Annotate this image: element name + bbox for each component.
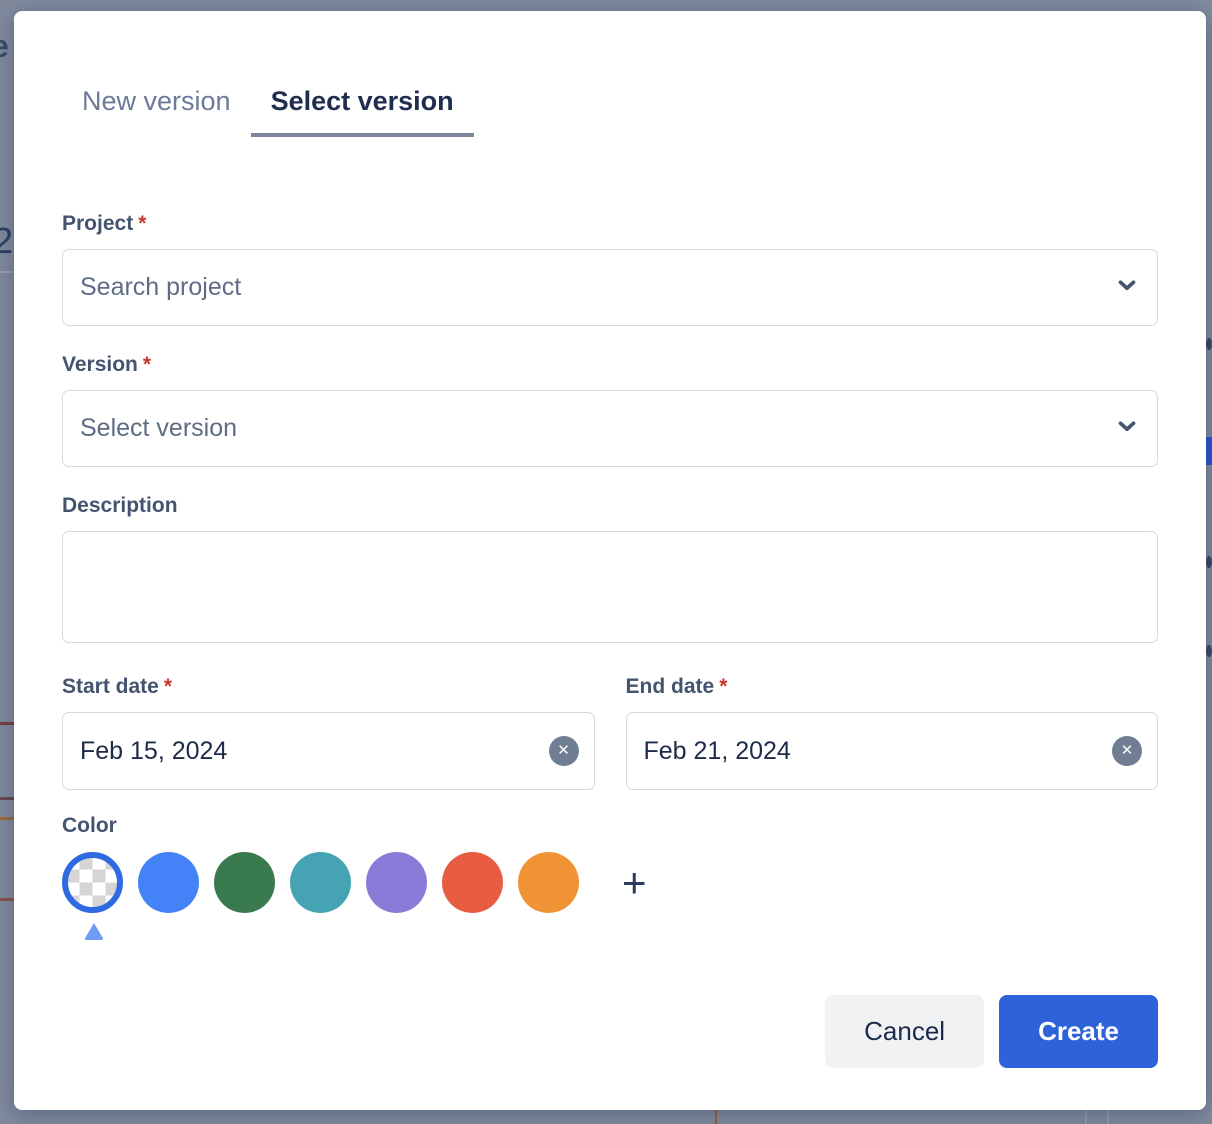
chevron-down-icon (1114, 413, 1140, 444)
color-swatch-row: + (62, 850, 1158, 914)
end-date-field: End date* ✕ (626, 674, 1159, 790)
start-date-clear-icon[interactable]: ✕ (549, 736, 579, 766)
selected-swatch-pointer-icon (84, 923, 104, 940)
create-version-dialog: New version Select version Project* Sear… (14, 11, 1206, 1110)
background-peek-number: 2 (0, 220, 13, 262)
version-select-placeholder: Select version (80, 414, 237, 443)
background-column-line (1085, 1108, 1087, 1124)
color-swatch-red[interactable] (442, 852, 503, 913)
start-date-field: Start date* ✕ (62, 674, 595, 790)
start-date-label: Start date* (62, 674, 595, 700)
version-label: Version* (62, 352, 1158, 378)
background-peek-mark (1206, 338, 1212, 350)
color-swatch-teal[interactable] (290, 852, 351, 913)
tab-new-version[interactable]: New version (62, 83, 251, 137)
dates-row: Start date* ✕ End date* ✕ (62, 674, 1158, 790)
end-date-label: End date* (626, 674, 1159, 700)
dialog-footer: Cancel Create (62, 995, 1158, 1068)
tab-select-version[interactable]: Select version (251, 83, 474, 137)
description-label: Description (62, 493, 1158, 519)
dialog-tabs: New version Select version (62, 11, 1158, 137)
required-asterisk: * (719, 675, 727, 698)
create-button[interactable]: Create (999, 995, 1158, 1068)
color-swatch-green[interactable] (214, 852, 275, 913)
required-asterisk: * (164, 675, 172, 698)
required-asterisk: * (138, 212, 146, 235)
add-color-button[interactable]: + (614, 852, 655, 913)
background-column-line (1107, 1108, 1109, 1124)
color-swatch-orange[interactable] (518, 852, 579, 913)
color-swatch-purple[interactable] (366, 852, 427, 913)
end-date-clear-icon[interactable]: ✕ (1112, 736, 1142, 766)
background-column-line (715, 1108, 717, 1124)
color-label: Color (62, 813, 1158, 839)
background-peek-text: e (0, 28, 9, 65)
background-peek-mark (1206, 645, 1212, 657)
project-select[interactable]: Search project (62, 249, 1158, 326)
project-select-placeholder: Search project (80, 273, 241, 302)
version-select[interactable]: Select version (62, 390, 1158, 467)
project-label: Project* (62, 211, 1158, 237)
end-date-input[interactable] (626, 712, 1159, 790)
cancel-button[interactable]: Cancel (825, 995, 984, 1068)
color-swatch-transparent[interactable] (62, 852, 123, 913)
chevron-down-icon (1114, 272, 1140, 303)
color-swatch-blue[interactable] (138, 852, 199, 913)
background-peek-mark (1206, 556, 1212, 568)
start-date-input[interactable] (62, 712, 595, 790)
description-textarea[interactable] (62, 531, 1158, 643)
required-asterisk: * (143, 353, 151, 376)
